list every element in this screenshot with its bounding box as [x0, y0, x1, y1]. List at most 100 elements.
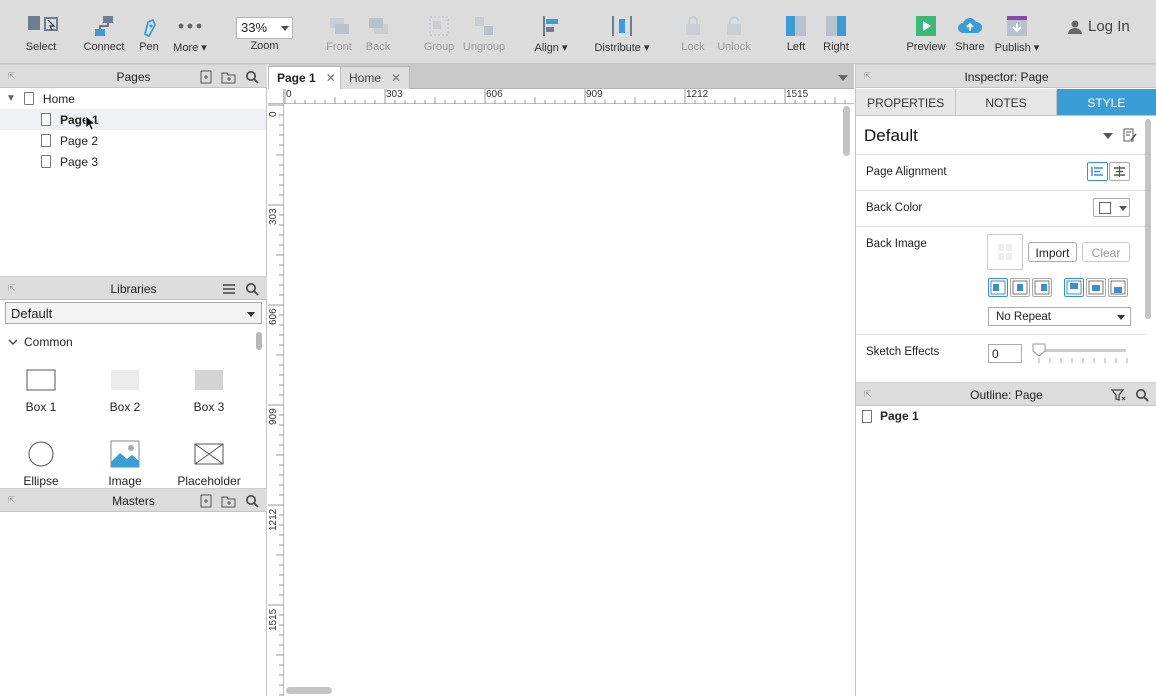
search-icon[interactable] — [1134, 387, 1149, 402]
unlock-button[interactable]: Unlock — [714, 14, 754, 60]
libraries-panel-header: ⇱ Libraries — [0, 276, 267, 300]
image-align-right-button[interactable] — [1032, 278, 1052, 297]
more-tools-button[interactable]: More ▾ — [170, 14, 210, 60]
ungroup-button[interactable]: Ungroup — [460, 14, 508, 60]
add-master-icon[interactable] — [198, 493, 213, 508]
preview-button[interactable]: Preview — [906, 14, 946, 60]
widget-box-3[interactable]: Box 3 — [174, 362, 244, 414]
image-align-left-button[interactable] — [988, 278, 1008, 297]
divider — [856, 226, 1146, 227]
divider — [856, 334, 1146, 335]
pen-tool-button[interactable]: Pen — [134, 14, 164, 60]
align-center-icon — [1114, 166, 1125, 177]
left-panel-icon — [782, 14, 810, 38]
sketch-effects-slider-track[interactable] — [1038, 349, 1126, 352]
page-tree-item-page-3[interactable]: Page 3 — [0, 151, 266, 172]
cloud-upload-icon — [952, 14, 988, 38]
tab-page-1[interactable]: Page 1 ✕ — [268, 66, 345, 89]
filter-icon[interactable] — [1111, 387, 1126, 402]
image-valign-middle-button[interactable] — [1086, 278, 1106, 297]
inspector-scrollbar[interactable] — [1145, 119, 1151, 319]
search-icon[interactable] — [244, 281, 259, 296]
menu-icon[interactable] — [221, 281, 236, 296]
back-label: Back — [365, 41, 391, 53]
align-left-icon — [530, 14, 572, 38]
align-page-center-button[interactable] — [1109, 162, 1130, 181]
login-button[interactable]: Log In — [1068, 18, 1130, 35]
right-pane: ⇱ Inspector: Page PROPERTIES NOTES STYLE… — [855, 64, 1156, 696]
group-label: Group — [423, 41, 455, 53]
group-icon — [420, 14, 458, 38]
group-button[interactable]: Group — [420, 14, 458, 60]
left-pane-toggle[interactable]: Left — [782, 14, 810, 60]
close-icon[interactable]: ✕ — [391, 71, 401, 85]
widget-ellipse[interactable]: Ellipse — [6, 436, 76, 488]
align-button[interactable]: Align ▾ — [530, 14, 572, 60]
canvas-vertical-scrollbar[interactable] — [843, 106, 850, 156]
connect-tool-button[interactable]: Connect — [82, 14, 126, 60]
library-group-common[interactable]: Common — [8, 335, 73, 349]
image-valign-top-button[interactable] — [1064, 278, 1084, 297]
page-icon — [41, 155, 51, 168]
chevron-down-icon[interactable]: ▼ — [6, 93, 16, 104]
right-pane-toggle[interactable]: Right — [820, 14, 852, 60]
import-image-button[interactable]: Import — [1028, 242, 1077, 262]
unlock-icon — [714, 14, 754, 38]
canvas-horizontal-scrollbar[interactable] — [286, 687, 332, 694]
chevron-down-icon — [281, 26, 289, 31]
mouse-cursor-icon — [85, 114, 96, 131]
sketch-effects-input[interactable]: 0 — [988, 344, 1022, 363]
add-page-icon[interactable] — [198, 69, 213, 84]
page-tree-item-home[interactable]: ▼ Home — [0, 88, 266, 109]
tab-style[interactable]: STYLE — [1056, 89, 1156, 115]
outline-item-page-1[interactable]: Page 1 — [862, 409, 919, 423]
add-folder-icon[interactable] — [221, 69, 236, 84]
library-group-label: Common — [24, 335, 73, 349]
back-color-picker[interactable] — [1093, 198, 1130, 217]
tab-notes[interactable]: NOTES — [956, 89, 1057, 115]
close-icon[interactable]: ✕ — [326, 71, 336, 85]
zoom-select[interactable]: 33% — [236, 17, 293, 39]
widget-box-2[interactable]: Box 2 — [90, 362, 160, 414]
box-icon — [174, 362, 244, 398]
page-icon — [41, 113, 51, 126]
share-button[interactable]: Share — [952, 14, 988, 60]
more-label: More — [173, 42, 199, 54]
tab-overflow-chevron-icon[interactable] — [838, 74, 848, 82]
page-tree-item-page-1[interactable]: Page 1 — [0, 109, 266, 131]
sketch-effects-slider-thumb[interactable] — [1032, 343, 1046, 357]
select-tool-button[interactable]: Select — [10, 14, 72, 60]
outline-header: ⇱ Outline: Page — [856, 382, 1156, 406]
search-icon[interactable] — [244, 493, 259, 508]
connector-icon — [82, 14, 126, 38]
image-valign-bottom-button[interactable] — [1108, 278, 1128, 297]
chevron-down-icon[interactable] — [1103, 133, 1113, 139]
widget-image[interactable]: Image — [90, 436, 160, 488]
image-repeat-select[interactable]: No Repeat — [988, 307, 1131, 326]
library-select[interactable]: Default — [5, 302, 262, 324]
distribute-button[interactable]: Distribute ▾ — [592, 14, 652, 60]
image-align-center-button[interactable] — [1010, 278, 1030, 297]
page-style-name[interactable]: Default — [864, 126, 918, 146]
clear-image-button[interactable]: Clear — [1082, 242, 1130, 262]
bring-front-button[interactable]: Front — [322, 14, 356, 60]
lock-button[interactable]: Lock — [678, 14, 708, 60]
widget-label: Box 2 — [109, 400, 141, 414]
widget-box-1[interactable]: Box 1 — [6, 362, 76, 414]
front-label: Front — [326, 41, 352, 53]
page-tree-item-page-2[interactable]: Page 2 — [0, 130, 266, 151]
distribute-label: Distribute — [594, 42, 641, 54]
add-folder-icon[interactable] — [221, 493, 236, 508]
unlock-label: Unlock — [717, 41, 751, 53]
edit-style-icon[interactable] — [1122, 127, 1138, 143]
inspector-header: ⇱ Inspector: Page — [856, 64, 1156, 88]
ruler-label: 1212 — [686, 89, 709, 100]
send-back-button[interactable]: Back — [362, 14, 394, 60]
widget-placeholder[interactable]: Placeholder — [174, 436, 244, 488]
align-page-left-button[interactable] — [1087, 162, 1108, 181]
library-scrollbar[interactable] — [256, 332, 262, 350]
tab-properties[interactable]: PROPERTIES — [856, 89, 957, 115]
tab-home[interactable]: Home ✕ — [340, 66, 411, 89]
publish-button[interactable]: Publish ▾ — [994, 14, 1040, 60]
search-icon[interactable] — [244, 69, 259, 84]
